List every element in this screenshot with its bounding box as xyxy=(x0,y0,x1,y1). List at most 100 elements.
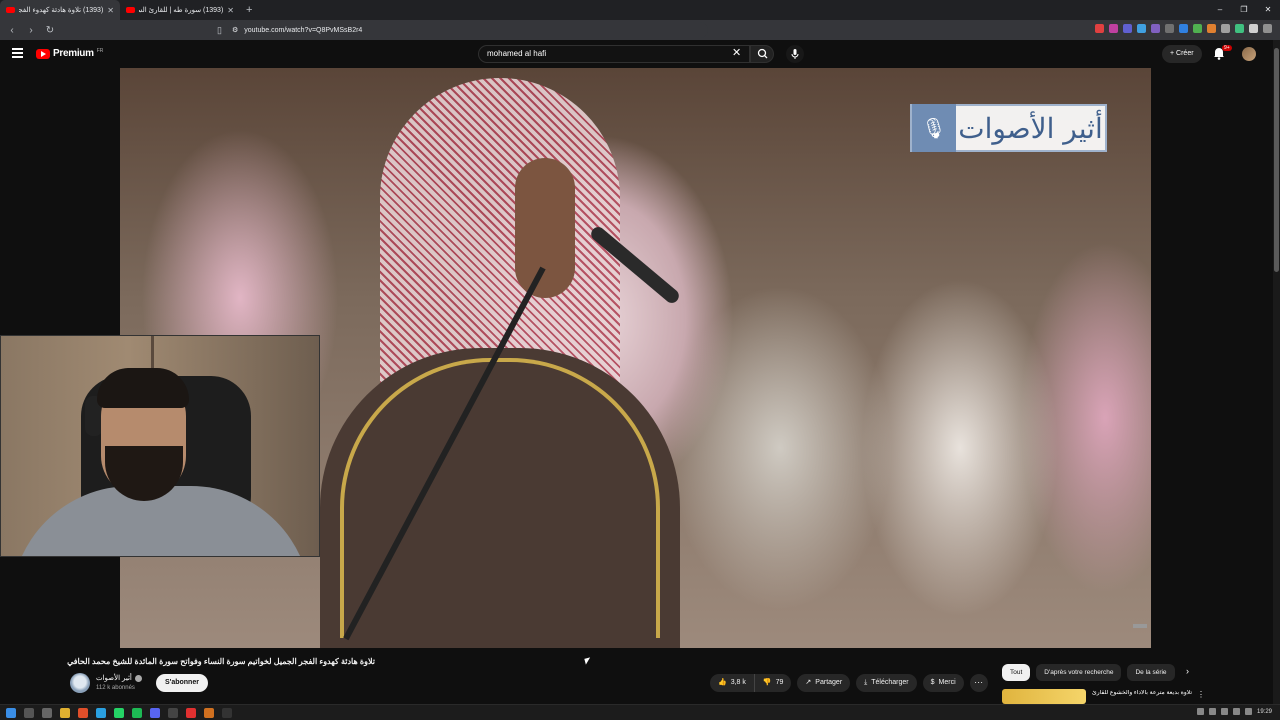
channel-watermark: 🎙 أثير الأصوات xyxy=(910,104,1107,152)
os-taskbar: 19:29 xyxy=(0,704,1280,720)
chip-from-series[interactable]: De la série xyxy=(1127,664,1175,681)
recommendation-chips: Tout D'après votre recherche De la série xyxy=(1002,664,1175,681)
volume-icon[interactable] xyxy=(1244,708,1252,715)
obs-icon[interactable] xyxy=(168,708,178,718)
extension-icon[interactable] xyxy=(1109,24,1118,33)
brave-browser-icon[interactable] xyxy=(78,708,88,718)
extension-icon[interactable] xyxy=(1151,24,1160,33)
search-input[interactable]: mohamed al hafi xyxy=(478,45,750,63)
maximize-button[interactable]: ❐ xyxy=(1232,0,1256,20)
scrollbar-thumb[interactable] xyxy=(1274,48,1279,272)
youtube-play-icon xyxy=(36,48,50,59)
clear-search-icon[interactable]: ✕ xyxy=(732,46,741,59)
file-explorer-icon[interactable] xyxy=(60,708,70,718)
minimize-button[interactable]: – xyxy=(1208,0,1232,20)
telegram-icon[interactable] xyxy=(96,708,106,718)
close-window-button[interactable]: ✕ xyxy=(1256,0,1280,20)
video-actions: 👍 3,8 k 👎 79 ↗ Partager ⤓ Télécharger $ … xyxy=(710,674,988,692)
browser-tab-bar: (1393) تلاوة هادئة كهدوء الفجر الج... ✕ … xyxy=(0,0,1280,20)
extension-icon[interactable] xyxy=(1207,24,1216,33)
app-icon[interactable] xyxy=(222,708,232,718)
verified-icon xyxy=(134,674,142,682)
video-frame-robe-trim xyxy=(340,358,660,638)
channel-name[interactable]: أثير الأصوات xyxy=(96,674,132,682)
extension-icon[interactable] xyxy=(1137,24,1146,33)
start-icon[interactable] xyxy=(6,708,16,718)
youtube-logo[interactable]: Premium FR xyxy=(36,48,103,59)
extension-icon[interactable] xyxy=(1123,24,1132,33)
site-info-icon[interactable]: ⚙ xyxy=(232,26,238,34)
back-icon[interactable]: ‹ xyxy=(5,25,19,36)
extension-icon[interactable] xyxy=(1179,24,1188,33)
subscribe-button[interactable]: S'abonner xyxy=(156,674,208,692)
tab-title: (1393) تلاوة هادئة كهدوء الفجر الج... xyxy=(19,7,104,14)
extension-icon[interactable] xyxy=(1165,24,1174,33)
download-label: Télécharger xyxy=(871,679,909,686)
browser-tab[interactable]: (1393) سورة طه | للقارئ السنغالي الش... … xyxy=(120,0,240,20)
tray-icon[interactable] xyxy=(1208,708,1216,715)
extension-icon[interactable] xyxy=(1235,24,1244,33)
discord-icon[interactable] xyxy=(150,708,160,718)
voice-search-button[interactable] xyxy=(786,45,804,63)
wifi-icon[interactable] xyxy=(1232,708,1240,715)
extensions-menu-icon[interactable] xyxy=(1263,24,1272,33)
dislike-count: 79 xyxy=(775,679,784,686)
recommendation-menu-icon[interactable]: ⋮ xyxy=(1197,690,1205,699)
spotify-icon[interactable] xyxy=(132,708,142,718)
chip-from-search[interactable]: D'après votre recherche xyxy=(1036,664,1122,681)
clock[interactable]: 19:29 xyxy=(1257,709,1272,715)
account-avatar[interactable] xyxy=(1242,47,1256,61)
extension-icon[interactable] xyxy=(1095,24,1104,33)
like-count: 3,8 k xyxy=(730,679,746,686)
webcam-person-hair xyxy=(97,368,189,408)
recommendation-thumbnail[interactable] xyxy=(1002,689,1086,704)
more-actions-button[interactable]: ··· xyxy=(969,674,988,692)
tray-icon[interactable] xyxy=(1220,708,1228,715)
browser-tab-active[interactable]: (1393) تلاوة هادئة كهدوء الفجر الج... ✕ xyxy=(0,0,120,20)
create-button[interactable]: + Créer xyxy=(1162,45,1202,63)
channel-name-row[interactable]: أثير الأصوات xyxy=(96,674,142,682)
thanks-button[interactable]: $ Merci xyxy=(922,674,964,692)
video-title: تلاوة هادئة كهدوء الفجر الجميل لخواتيم س… xyxy=(67,657,375,666)
app-icon[interactable] xyxy=(204,708,214,718)
menu-icon[interactable] xyxy=(12,48,23,58)
extensions-bar xyxy=(1095,24,1272,33)
extension-icon[interactable] xyxy=(1221,24,1230,33)
app-icon[interactable] xyxy=(186,708,196,718)
taskbar-apps xyxy=(6,708,232,718)
share-label: Partager xyxy=(815,679,843,686)
share-button[interactable]: ↗ Partager xyxy=(797,674,851,692)
microphone-icon xyxy=(791,49,799,59)
address-bar[interactable]: ⚙ youtube.com/watch?v=Q8PvMSsB2r4 xyxy=(227,22,708,38)
recommendation-title[interactable]: تلاوة بديعة مترعة بالأداء والخشوع للقارئ… xyxy=(1092,690,1192,697)
tray-icon[interactable] xyxy=(1196,708,1204,715)
url-text: youtube.com/watch?v=Q8PvMSsB2r4 xyxy=(244,26,363,34)
bookmark-icon[interactable]: ▯ xyxy=(217,25,222,36)
whatsapp-icon[interactable] xyxy=(114,708,124,718)
close-tab-icon[interactable]: ✕ xyxy=(227,6,234,15)
search-icon[interactable] xyxy=(24,708,34,718)
like-button[interactable]: 👍 3,8 k xyxy=(710,674,755,692)
forward-icon[interactable]: › xyxy=(24,25,38,36)
close-tab-icon[interactable]: ✕ xyxy=(107,6,114,15)
search-button[interactable] xyxy=(750,45,774,63)
reload-icon[interactable]: ↻ xyxy=(43,25,57,36)
watermark-microphone-icon: 🎙 xyxy=(912,104,956,152)
extension-icon[interactable] xyxy=(1193,24,1202,33)
youtube-favicon-icon xyxy=(126,7,135,13)
dislike-button[interactable]: 👎 79 xyxy=(754,674,792,692)
system-tray: 19:29 xyxy=(1196,708,1272,715)
chip-all[interactable]: Tout xyxy=(1002,664,1031,681)
channel-avatar[interactable] xyxy=(70,673,90,693)
watermark-text: أثير الأصوات xyxy=(958,111,1103,145)
subscriber-count: 112 k abonnés xyxy=(96,685,135,691)
task-view-icon[interactable] xyxy=(42,708,52,718)
new-tab-button[interactable]: + xyxy=(246,4,252,16)
thumbs-down-icon: 👎 xyxy=(762,679,772,686)
extension-icon[interactable] xyxy=(1249,24,1258,33)
download-button[interactable]: ⤓ Télécharger xyxy=(856,674,917,692)
tab-title: (1393) سورة طه | للقارئ السنغالي الش... xyxy=(139,7,224,14)
notification-badge: 9+ xyxy=(1222,45,1232,51)
chips-next-icon[interactable]: › xyxy=(1186,666,1189,676)
webcam-overlay xyxy=(0,335,320,557)
